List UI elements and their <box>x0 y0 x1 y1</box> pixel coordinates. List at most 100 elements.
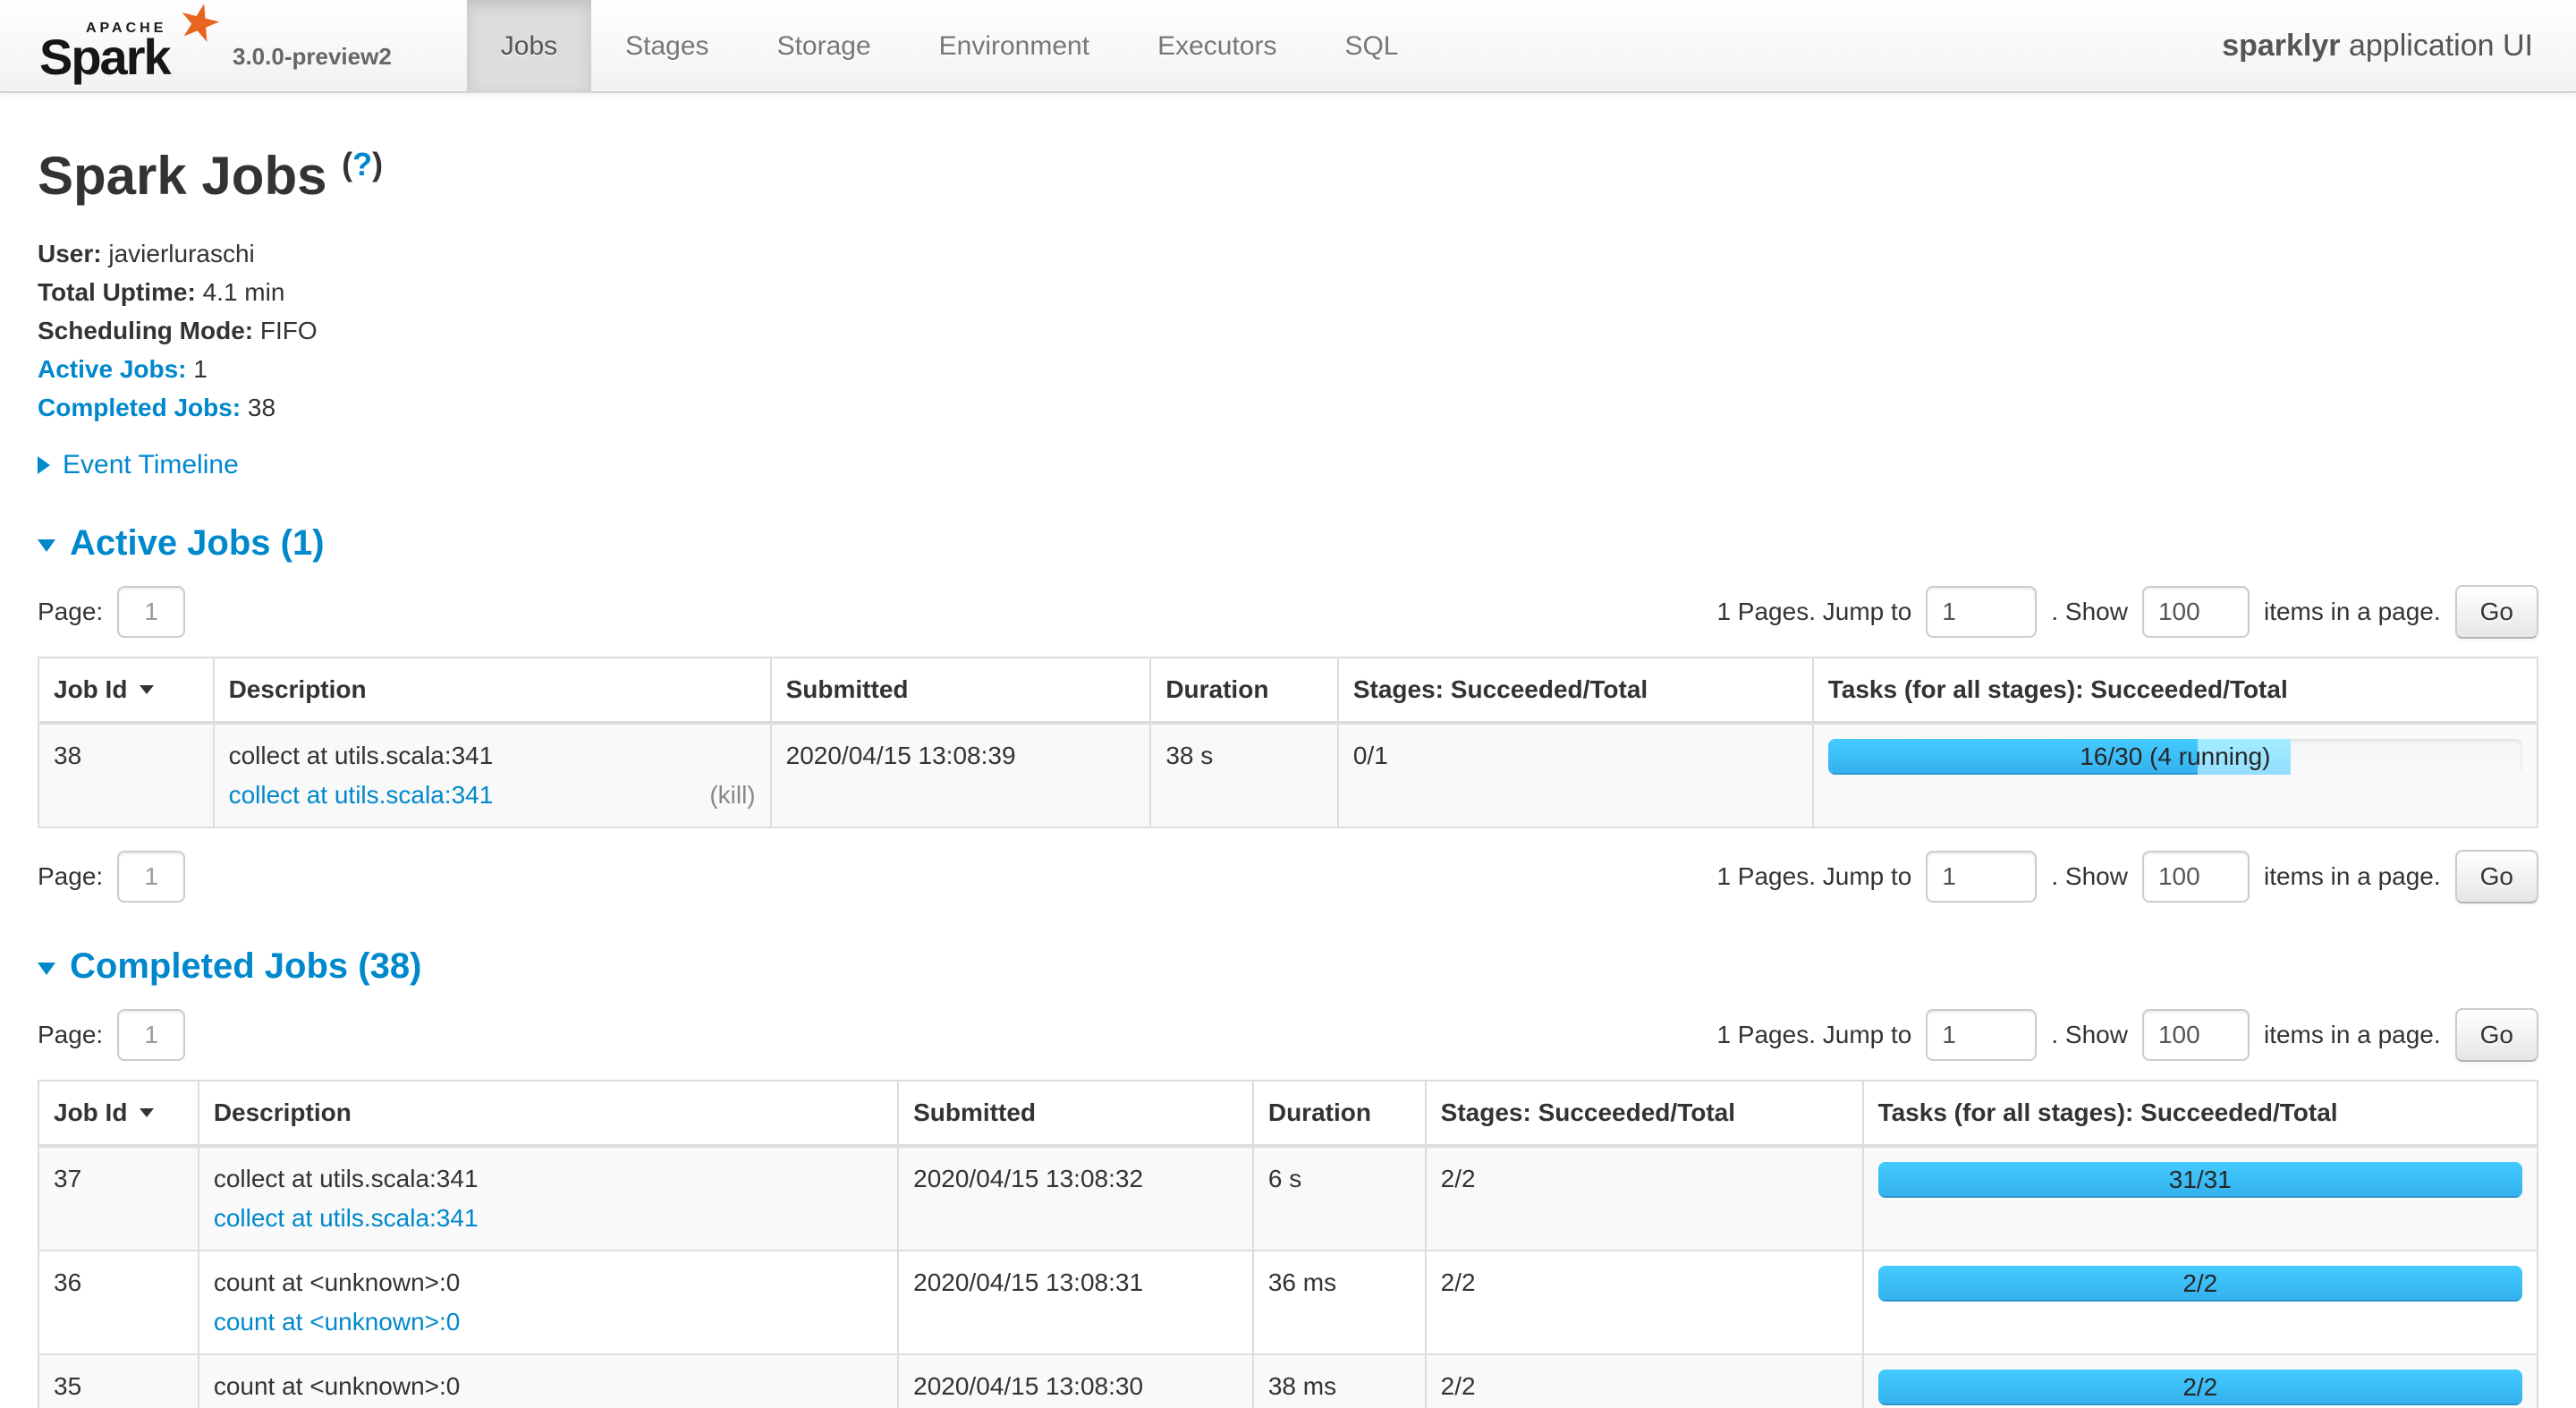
column-header-duration[interactable]: Duration <box>1150 657 1338 723</box>
event-timeline-toggle[interactable]: Event Timeline <box>38 450 2538 480</box>
help-sup: (?) <box>342 146 383 182</box>
go-button[interactable]: Go <box>2455 1008 2538 1062</box>
column-header-stages[interactable]: Stages: Succeeded/Total <box>1426 1081 1863 1146</box>
page-number-input[interactable] <box>117 586 185 638</box>
progress-label: 2/2 <box>1878 1370 2522 1405</box>
tab-sql[interactable]: SQL <box>1310 0 1432 91</box>
completed-jobs-heading: Completed Jobs (38) <box>70 946 421 987</box>
tab-jobs[interactable]: Jobs <box>467 0 591 91</box>
description-cell: count at <unknown>:0 count at <unknown>:… <box>199 1251 898 1354</box>
job-id-cell: 36 <box>38 1251 199 1354</box>
spark-star-icon: ★ <box>172 0 227 52</box>
job-detail-link[interactable]: count at <unknown>:0 <box>214 1303 461 1341</box>
items-per-page-input[interactable] <box>2142 586 2250 638</box>
page-label: Page: <box>38 862 103 891</box>
column-header-stages[interactable]: Stages: Succeeded/Total <box>1338 657 1813 723</box>
tab-storage[interactable]: Storage <box>743 0 905 91</box>
spark-version: 3.0.0-preview2 <box>233 43 392 71</box>
active-jobs-heading: Active Jobs (1) <box>70 523 325 564</box>
show-text: . Show <box>2051 862 2128 891</box>
items-per-page-input[interactable] <box>2142 851 2250 903</box>
submitted-cell: 2020/04/15 13:08:39 <box>771 723 1151 827</box>
page-title: Spark Jobs (?) <box>38 147 2538 206</box>
completed-jobs-count: 38 <box>248 394 275 421</box>
column-header-submitted[interactable]: Submitted <box>771 657 1151 723</box>
job-description-text: collect at utils.scala:341 <box>229 737 756 775</box>
application-title: sparklyr application UI <box>2222 29 2576 64</box>
table-row: 36 count at <unknown>:0 count at <unknow… <box>38 1251 2538 1354</box>
active-jobs-pagination-bottom: Page: 1 Pages. Jump to . Show items in a… <box>38 850 2538 903</box>
tab-executors[interactable]: Executors <box>1123 0 1310 91</box>
kill-job-link[interactable]: (kill) <box>709 776 755 814</box>
page-number-input[interactable] <box>117 851 185 903</box>
stages-cell: 2/2 <box>1426 1146 1863 1251</box>
jump-to-page-input[interactable] <box>1926 851 2037 903</box>
event-timeline-label: Event Timeline <box>63 450 239 480</box>
completed-jobs-pagination-top: Page: 1 Pages. Jump to . Show items in a… <box>38 1008 2538 1062</box>
completed-jobs-section-header[interactable]: Completed Jobs (38) <box>38 946 2538 987</box>
spark-ui-page: APACHE Spark ★ 3.0.0-preview2 Jobs Stage… <box>0 0 2576 1408</box>
column-header-duration[interactable]: Duration <box>1253 1081 1426 1146</box>
info-user-label: User: <box>38 240 102 267</box>
completed-jobs-link[interactable]: Completed Jobs: <box>38 394 241 421</box>
pages-jump-text: 1 Pages. Jump to <box>1716 598 1911 626</box>
page-number-input[interactable] <box>117 1009 185 1061</box>
info-user-value: javierluraschi <box>108 240 254 267</box>
column-header-description[interactable]: Description <box>199 1081 898 1146</box>
go-button[interactable]: Go <box>2455 585 2538 639</box>
info-completed-jobs: Completed Jobs: 38 <box>38 388 2538 427</box>
items-per-page-input[interactable] <box>2142 1009 2250 1061</box>
tasks-progress-bar: 2/2 <box>1878 1370 2522 1405</box>
info-scheduling-mode: Scheduling Mode: FIFO <box>38 311 2538 350</box>
go-button[interactable]: Go <box>2455 850 2538 903</box>
spark-brand[interactable]: APACHE Spark ★ 3.0.0-preview2 <box>0 0 392 91</box>
items-in-page-text: items in a page. <box>2264 862 2441 891</box>
progress-label: 2/2 <box>1878 1266 2522 1302</box>
submitted-cell: 2020/04/15 13:08:31 <box>898 1251 1253 1354</box>
application-title-suffix: application UI <box>2341 29 2533 63</box>
jump-to-page-input[interactable] <box>1926 1009 2037 1061</box>
tab-environment[interactable]: Environment <box>905 0 1123 91</box>
pages-jump-text: 1 Pages. Jump to <box>1716 1021 1911 1049</box>
tasks-cell: 16/30 (4 running) <box>1813 723 2538 827</box>
info-uptime-value: 4.1 min <box>203 278 285 306</box>
collapse-right-arrow-icon <box>38 456 50 474</box>
column-header-submitted[interactable]: Submitted <box>898 1081 1253 1146</box>
info-scheduling-label: Scheduling Mode: <box>38 317 253 344</box>
jump-to-page-input[interactable] <box>1926 586 2037 638</box>
active-jobs-table: Job Id Description Submitted Duration St… <box>38 657 2538 828</box>
column-header-job-id[interactable]: Job Id <box>38 1081 199 1146</box>
main-content: Spark Jobs (?) User: javierluraschi Tota… <box>0 147 2576 1408</box>
column-header-tasks[interactable]: Tasks (for all stages): Succeeded/Total <box>1813 657 2538 723</box>
sort-desc-icon <box>140 685 154 694</box>
duration-cell: 38 ms <box>1253 1354 1426 1408</box>
tasks-progress-bar: 31/31 <box>1878 1162 2522 1198</box>
completed-jobs-table: Job Id Description Submitted Duration St… <box>38 1080 2538 1408</box>
active-jobs-link[interactable]: Active Jobs: <box>38 355 187 383</box>
job-id-cell: 38 <box>38 723 214 827</box>
nav-tabs: Jobs Stages Storage Environment Executor… <box>467 0 1433 91</box>
job-detail-link[interactable]: collect at utils.scala:341 <box>214 1200 479 1237</box>
column-header-job-id[interactable]: Job Id <box>38 657 214 723</box>
info-scheduling-value: FIFO <box>260 317 318 344</box>
active-jobs-header-row: Job Id Description Submitted Duration St… <box>38 657 2538 723</box>
page-label: Page: <box>38 1021 103 1049</box>
page-title-text: Spark Jobs <box>38 146 326 206</box>
help-paren-open: ( <box>342 146 352 182</box>
description-cell: collect at utils.scala:341 collect at ut… <box>214 723 771 827</box>
column-header-description[interactable]: Description <box>214 657 771 723</box>
summary-info: User: javierluraschi Total Uptime: 4.1 m… <box>38 234 2538 427</box>
active-jobs-section-header[interactable]: Active Jobs (1) <box>38 523 2538 564</box>
job-detail-link[interactable]: collect at utils.scala:341 <box>229 776 494 814</box>
job-description-text: count at <unknown>:0 <box>214 1368 883 1405</box>
description-cell: count at <unknown>:0 count at <unknown>:… <box>199 1354 898 1408</box>
column-header-tasks[interactable]: Tasks (for all stages): Succeeded/Total <box>1863 1081 2538 1146</box>
items-in-page-text: items in a page. <box>2264 1021 2441 1049</box>
tasks-progress-bar: 2/2 <box>1878 1266 2522 1302</box>
tasks-progress-bar: 16/30 (4 running) <box>1828 739 2522 775</box>
help-link[interactable]: ? <box>352 146 372 182</box>
tab-stages[interactable]: Stages <box>591 0 742 91</box>
info-active-jobs: Active Jobs: 1 <box>38 350 2538 388</box>
spark-logo[interactable]: APACHE Spark ★ <box>39 10 204 89</box>
show-text: . Show <box>2051 1021 2128 1049</box>
